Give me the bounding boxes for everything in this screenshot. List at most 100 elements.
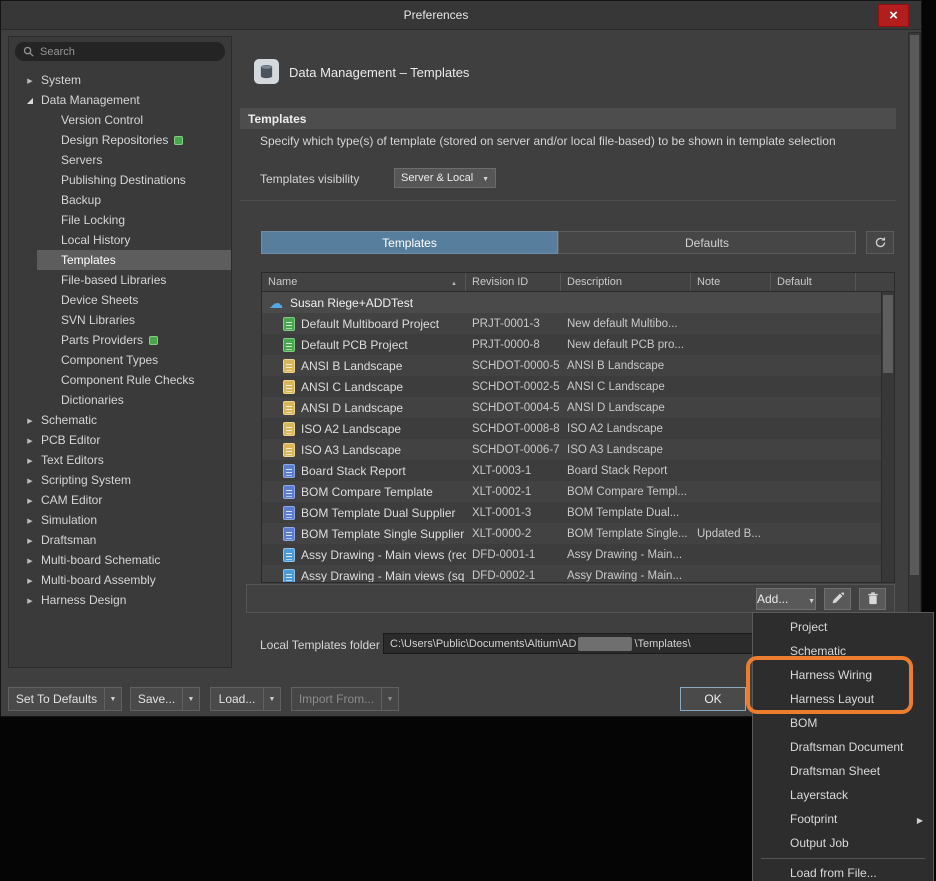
sidebar-item-backup[interactable]: Backup — [9, 190, 231, 210]
table-row[interactable]: ISO A2 LandscapeSCHDOT-0008-8ISO A2 Land… — [262, 418, 894, 439]
sidebar-item-label: Text Editors — [41, 453, 104, 467]
column-header-label: Default — [777, 276, 812, 288]
column-header-label: Name — [268, 276, 297, 288]
table-row[interactable]: BOM Compare TemplateXLT-0002-1BOM Compar… — [262, 481, 894, 502]
table-scrollbar-thumb[interactable] — [883, 295, 893, 373]
page-scrollbar[interactable] — [908, 32, 921, 677]
sidebar-item-harness-design[interactable]: Harness Design — [9, 590, 231, 610]
save-button[interactable]: Save... — [130, 687, 200, 711]
ok-button[interactable]: OK — [680, 687, 746, 711]
collapse-arrow-icon[interactable] — [23, 90, 37, 110]
menu-item-output-job[interactable]: Output Job — [753, 831, 933, 855]
column-header-note[interactable]: Note — [691, 273, 771, 291]
sidebar-item-dictionaries[interactable]: Dictionaries — [9, 390, 231, 410]
tab-templates[interactable]: Templates — [261, 231, 558, 254]
sidebar-item-multi-board-assembly[interactable]: Multi-board Assembly — [9, 570, 231, 590]
sidebar-item-component-types[interactable]: Component Types — [9, 350, 231, 370]
sidebar-item-cam-editor[interactable]: CAM Editor — [9, 490, 231, 510]
sidebar-item-templates[interactable]: Templates — [9, 250, 231, 270]
menu-item-harness-wiring[interactable]: Harness Wiring — [753, 663, 933, 687]
expand-arrow-icon[interactable] — [23, 470, 37, 490]
table-row[interactable]: ISO A3 LandscapeSCHDOT-0006-7ISO A3 Land… — [262, 439, 894, 460]
menu-item-label: Footprint — [790, 812, 837, 826]
sidebar-item-text-editors[interactable]: Text Editors — [9, 450, 231, 470]
menu-item-footprint[interactable]: Footprint — [753, 807, 933, 831]
table-row[interactable]: Default Multiboard ProjectPRJT-0001-3New… — [262, 313, 894, 334]
sidebar-item-multi-board-schematic[interactable]: Multi-board Schematic — [9, 550, 231, 570]
cell-description: BOM Template Single... — [561, 528, 691, 540]
column-header-name[interactable]: Name — [262, 273, 466, 291]
table-row[interactable]: Default PCB ProjectPRJT-0000-8New defaul… — [262, 334, 894, 355]
expand-arrow-icon[interactable] — [23, 450, 37, 470]
menu-item-layerstack[interactable]: Layerstack — [753, 783, 933, 807]
set-to-defaults-dropdown[interactable] — [104, 688, 121, 710]
add-button[interactable]: Add... — [756, 588, 816, 610]
table-row[interactable]: Board Stack ReportXLT-0003-1Board Stack … — [262, 460, 894, 481]
expand-arrow-icon[interactable] — [23, 590, 37, 610]
delete-button[interactable] — [859, 588, 886, 610]
sidebar-item-component-rule-checks[interactable]: Component Rule Checks — [9, 370, 231, 390]
templates-visibility-select[interactable]: Server & Local — [394, 168, 496, 188]
expand-arrow-icon[interactable] — [23, 430, 37, 450]
cell-description: ISO A3 Landscape — [561, 444, 691, 456]
sidebar-item-simulation[interactable]: Simulation — [9, 510, 231, 530]
menu-item-load-from-file[interactable]: Load from File... — [753, 861, 933, 881]
set-to-defaults-button[interactable]: Set To Defaults — [8, 687, 122, 711]
expand-arrow-icon[interactable] — [23, 70, 37, 90]
sidebar-item-publishing-destinations[interactable]: Publishing Destinations — [9, 170, 231, 190]
sidebar-item-scripting-system[interactable]: Scripting System — [9, 470, 231, 490]
refresh-button[interactable] — [866, 231, 894, 254]
table-scrollbar[interactable] — [881, 292, 894, 582]
expand-arrow-icon[interactable] — [23, 530, 37, 550]
load-button[interactable]: Load... — [210, 687, 281, 711]
save-dropdown[interactable] — [182, 688, 199, 710]
expand-arrow-icon[interactable] — [23, 550, 37, 570]
menu-item-harness-layout[interactable]: Harness Layout — [753, 687, 933, 711]
page-scrollbar-thumb[interactable] — [910, 35, 919, 575]
column-header-revision-id[interactable]: Revision ID — [466, 273, 561, 291]
menu-item-draftsman-sheet[interactable]: Draftsman Sheet — [753, 759, 933, 783]
expand-arrow-icon[interactable] — [23, 410, 37, 430]
sidebar-item-version-control[interactable]: Version Control — [9, 110, 231, 130]
expand-arrow-icon[interactable] — [23, 570, 37, 590]
table-row[interactable]: BOM Template Single SupplierXLT-0000-2BO… — [262, 523, 894, 544]
sidebar-item-design-repositories[interactable]: Design Repositories — [9, 130, 231, 150]
cell-revision: SCHDOT-0006-7 — [466, 444, 561, 456]
column-header-description[interactable]: Description — [561, 273, 691, 291]
menu-item-project[interactable]: Project — [753, 615, 933, 639]
menu-item-bom[interactable]: BOM — [753, 711, 933, 735]
menu-item-label: Schematic — [790, 644, 846, 658]
sidebar-item-file-locking[interactable]: File Locking — [9, 210, 231, 230]
sidebar-item-draftsman[interactable]: Draftsman — [9, 530, 231, 550]
menu-item-schematic[interactable]: Schematic — [753, 639, 933, 663]
sidebar-item-servers[interactable]: Servers — [9, 150, 231, 170]
sidebar-item-pcb-editor[interactable]: PCB Editor — [9, 430, 231, 450]
table-row[interactable]: Assy Drawing - Main views (sqDFD-0002-1A… — [262, 565, 894, 583]
table-row[interactable]: ANSI D LandscapeSCHDOT-0004-5ANSI D Land… — [262, 397, 894, 418]
sidebar-item-local-history[interactable]: Local History — [9, 230, 231, 250]
sidebar-item-schematic[interactable]: Schematic — [9, 410, 231, 430]
table-row[interactable]: BOM Template Dual SupplierXLT-0001-3BOM … — [262, 502, 894, 523]
expand-arrow-icon[interactable] — [23, 510, 37, 530]
sidebar-item-parts-providers[interactable]: Parts Providers — [9, 330, 231, 350]
search-input[interactable]: Search — [15, 42, 225, 61]
column-header-default[interactable]: Default — [771, 273, 856, 291]
menu-item-draftsman-document[interactable]: Draftsman Document — [753, 735, 933, 759]
expand-arrow-icon[interactable] — [23, 490, 37, 510]
sidebar-item-device-sheets[interactable]: Device Sheets — [9, 290, 231, 310]
close-button[interactable]: × — [878, 4, 909, 27]
sidebar-item-file-based-libraries[interactable]: File-based Libraries — [9, 270, 231, 290]
sidebar-item-svn-libraries[interactable]: SVN Libraries — [9, 310, 231, 330]
edit-button[interactable] — [824, 588, 851, 610]
import-from-label: Import From... — [292, 688, 381, 710]
table-row[interactable]: ANSI B LandscapeSCHDOT-0000-5ANSI B Land… — [262, 355, 894, 376]
tab-defaults[interactable]: Defaults — [558, 231, 856, 254]
sidebar-item-system[interactable]: System — [9, 70, 231, 90]
cell-revision: XLT-0001-3 — [466, 507, 561, 519]
table-row[interactable]: ANSI C LandscapeSCHDOT-0002-5ANSI C Land… — [262, 376, 894, 397]
cell-description: Assy Drawing - Main... — [561, 549, 691, 561]
sidebar-item-data-management[interactable]: Data Management — [9, 90, 231, 110]
table-group-row[interactable]: Susan Riege+ADDTest — [262, 292, 894, 313]
table-row[interactable]: Assy Drawing - Main views (recDFD-0001-1… — [262, 544, 894, 565]
load-dropdown[interactable] — [263, 688, 280, 710]
